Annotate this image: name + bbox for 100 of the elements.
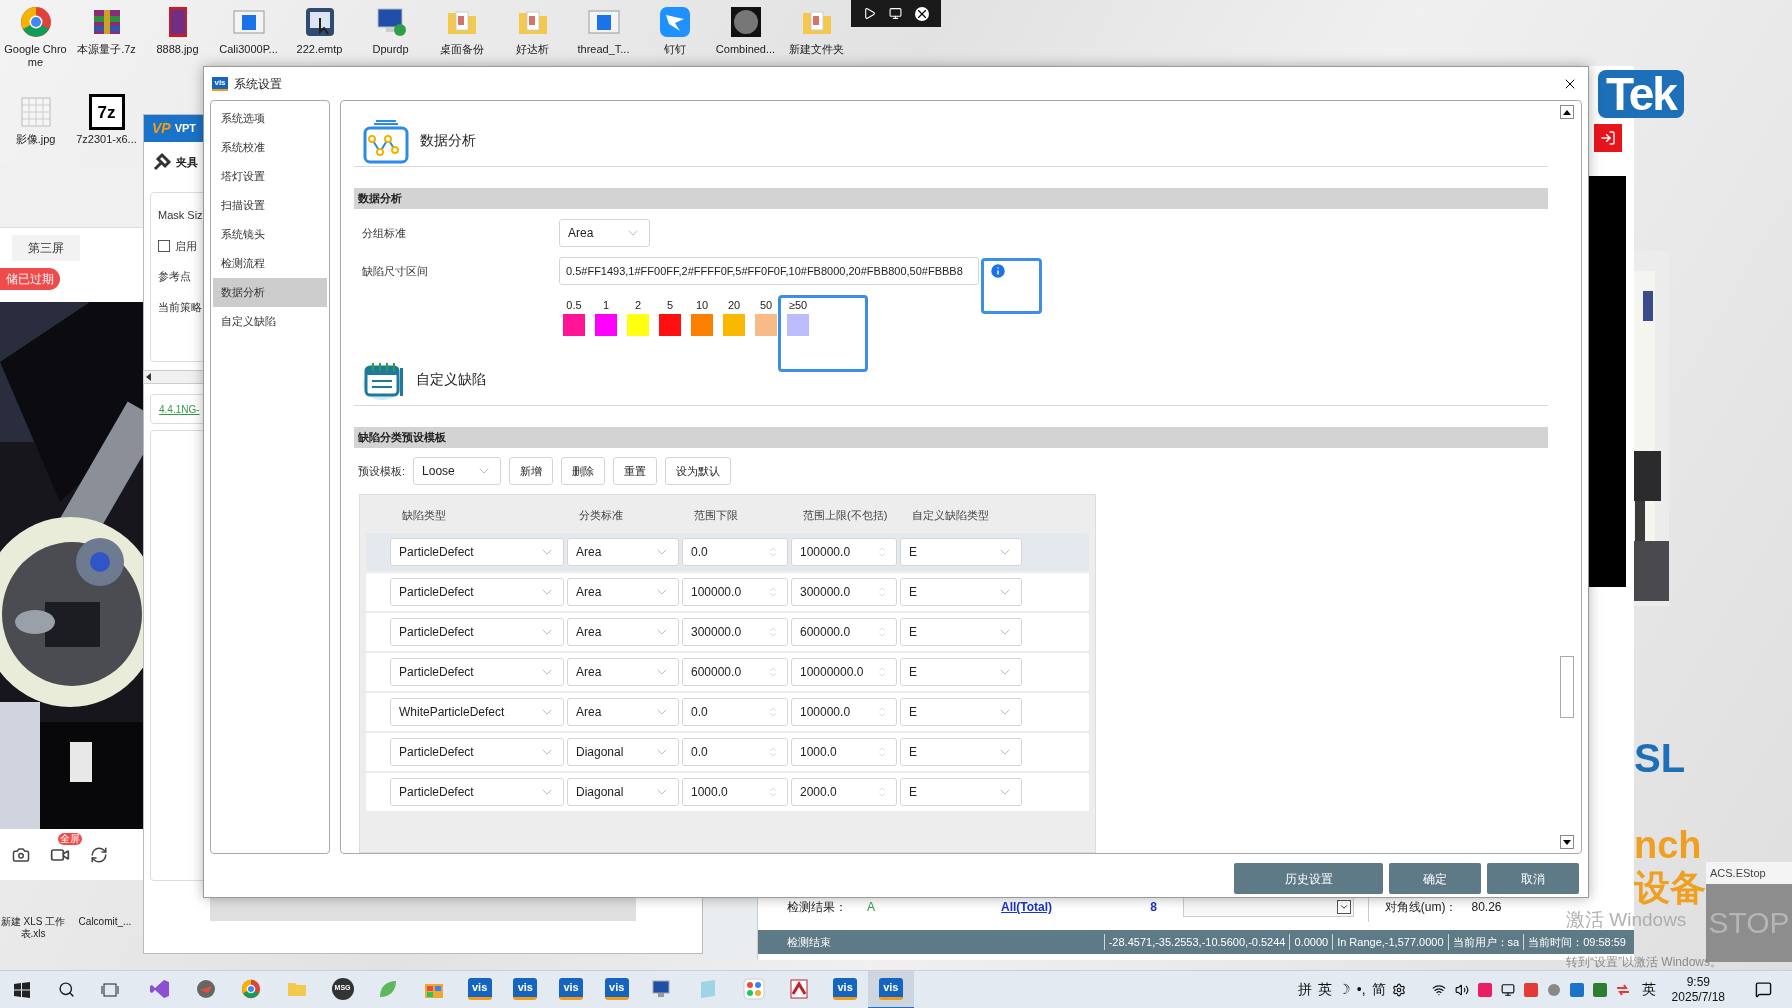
number-field[interactable]: 0.0 [682,698,788,726]
desktop-icon-label[interactable]: Dpurdp [356,43,425,56]
table-row[interactable]: ParticleDefect Area 100000.0 300000.0 E [366,573,1089,611]
number-field[interactable]: 100000.0 [791,698,897,726]
tray-app-icon[interactable] [1523,982,1538,997]
filter-dropdown[interactable] [1182,897,1354,917]
network-icon[interactable] [1431,982,1446,997]
preset-dropdown[interactable]: Loose [413,457,502,485]
custom-type-dropdown[interactable]: E [900,738,1022,766]
criterion-dropdown[interactable]: Area [567,618,679,646]
sidebar-item[interactable]: 系统校准 [213,133,327,162]
sidebar-item[interactable]: 检测流程 [213,249,327,278]
monitor-icon[interactable] [1500,982,1515,997]
desktop-icon-label[interactable]: 影像.jpg [1,133,70,146]
taskbar-app[interactable]: vis [822,970,868,1008]
table-row[interactable]: ParticleDefect Diagonal 0.0 1000.0 E [366,733,1089,771]
taskbar-app[interactable]: vis [548,970,594,1008]
tray-app-icon[interactable] [1546,982,1561,997]
sidebar-item[interactable]: 系统选项 [213,104,327,133]
ime-indicator[interactable]: 英 [1317,979,1332,1000]
range-input[interactable]: 0.5#FF1493,1#FF00FF,2#FFFF0F,5#FF0F0F,10#FB8000,20#FBB800,50#FBBB8 [559,257,979,285]
number-field[interactable]: 0.0 [682,738,788,766]
play-icon[interactable] [863,7,877,20]
number-field[interactable]: 1000.0 [791,738,897,766]
clock[interactable]: 9:59 2025/7/18 [1671,974,1725,1005]
defect-type-dropdown[interactable]: ParticleDefect [390,778,564,806]
defect-type-dropdown[interactable]: WhiteParticleDefect [390,698,564,726]
tray-app-icon[interactable] [1477,982,1492,997]
exit-button[interactable] [1593,124,1622,152]
scroll-thumb[interactable] [1560,656,1574,718]
action-button[interactable]: 设为默认 [665,457,732,485]
sidebar-item[interactable]: 系统镜头 [213,220,327,249]
notification-icon[interactable] [1755,981,1772,998]
desktop-icon-label[interactable]: 8888.jpg [143,43,212,56]
dialog-button[interactable]: 取消 [1487,863,1579,894]
defect-type-dropdown[interactable]: ParticleDefect [390,538,564,566]
taskbar-app[interactable]: vis [593,970,640,1008]
number-field[interactable]: 1000.0 [682,778,788,806]
table-row[interactable]: WhiteParticleDefect Area 0.0 100000.0 E [366,693,1089,731]
table-row[interactable]: ParticleDefect Area 600000.0 10000000.0 E [366,653,1089,691]
tray-app-icon[interactable] [1615,982,1630,997]
number-field[interactable]: 2000.0 [791,778,897,806]
sidebar-item[interactable]: 自定义缺陷 [213,307,327,336]
checkbox[interactable] [158,239,170,252]
defect-type-dropdown[interactable]: ParticleDefect [390,578,564,606]
number-field[interactable]: 300000.0 [682,618,788,646]
info-icon[interactable] [989,262,1007,280]
tray-app-icon[interactable] [1569,982,1584,997]
criterion-dropdown[interactable]: Area [567,698,679,726]
sidebar-item[interactable]: 塔灯设置 [213,162,327,191]
scroll-down-icon[interactable] [1560,835,1574,849]
desktop-icon-label[interactable]: Combined... [711,43,780,56]
number-field[interactable]: 600000.0 [791,618,897,646]
dialog-button[interactable]: 确定 [1389,863,1481,894]
custom-type-dropdown[interactable]: E [900,698,1022,726]
volume-icon[interactable] [1454,982,1469,997]
tray-app-icon[interactable] [1592,982,1607,997]
taskbar-app[interactable]: vis [868,970,914,1008]
windows-start-icon[interactable] [14,981,30,998]
table-row[interactable]: ParticleDefect Area 0.0 100000.0 E [366,533,1089,571]
action-button[interactable]: 重置 [613,457,658,485]
action-button[interactable]: 新增 [509,457,554,485]
desktop-icon-label[interactable]: Calcomit_... [72,916,138,940]
sidebar-item[interactable]: 扫描设置 [213,191,327,220]
desktop-icon-label[interactable]: 好达析 [498,43,567,56]
monitor-icon[interactable] [889,7,902,20]
search-icon[interactable] [58,981,75,998]
sidebar-item[interactable]: 数据分析 [213,278,327,307]
language-indicator[interactable]: 英 [1641,979,1656,1000]
taskbar-app[interactable]: vis [502,970,549,1008]
custom-type-dropdown[interactable]: E [900,618,1022,646]
desktop-icon-label[interactable]: Cali3000P... [214,43,283,56]
taskbar-app[interactable]: vis [456,970,503,1008]
task-view-icon[interactable] [101,981,119,998]
scroll-left-icon[interactable] [146,373,151,381]
number-field[interactable]: 10000000.0 [791,658,897,686]
group-dropdown[interactable]: Area [559,219,650,247]
scroll-up-icon[interactable] [1560,105,1574,119]
desktop-icon-label[interactable]: 新建 XLS 工作表.xls [0,916,66,940]
number-field[interactable]: 600000.0 [682,658,788,686]
defect-type-dropdown[interactable]: ParticleDefect [390,618,564,646]
criterion-dropdown[interactable]: Diagonal [567,778,679,806]
defect-type-dropdown[interactable]: ParticleDefect [390,738,564,766]
refresh-icon[interactable] [90,845,108,864]
ime-indicator[interactable]: •, [1356,979,1366,1000]
number-field[interactable]: 100000.0 [791,538,897,566]
desktop-icon-label[interactable]: 222.emtp [285,43,354,56]
criterion-dropdown[interactable]: Diagonal [567,738,679,766]
number-field[interactable]: 100000.0 [682,578,788,606]
desktop-icon-label[interactable]: thread_T... [569,43,638,56]
desktop-icon-label[interactable]: 本源量子.7z [72,43,141,56]
criterion-dropdown[interactable]: Area [567,658,679,686]
action-button[interactable]: 删除 [561,457,606,485]
ime-indicator[interactable]: ☽ [1337,979,1351,1000]
custom-type-dropdown[interactable]: E [900,658,1022,686]
custom-type-dropdown[interactable]: E [900,778,1022,806]
version-link[interactable]: 4.4.1NG- [159,401,200,417]
custom-type-dropdown[interactable]: E [900,538,1022,566]
criterion-dropdown[interactable]: Area [567,578,679,606]
number-field[interactable]: 0.0 [682,538,788,566]
